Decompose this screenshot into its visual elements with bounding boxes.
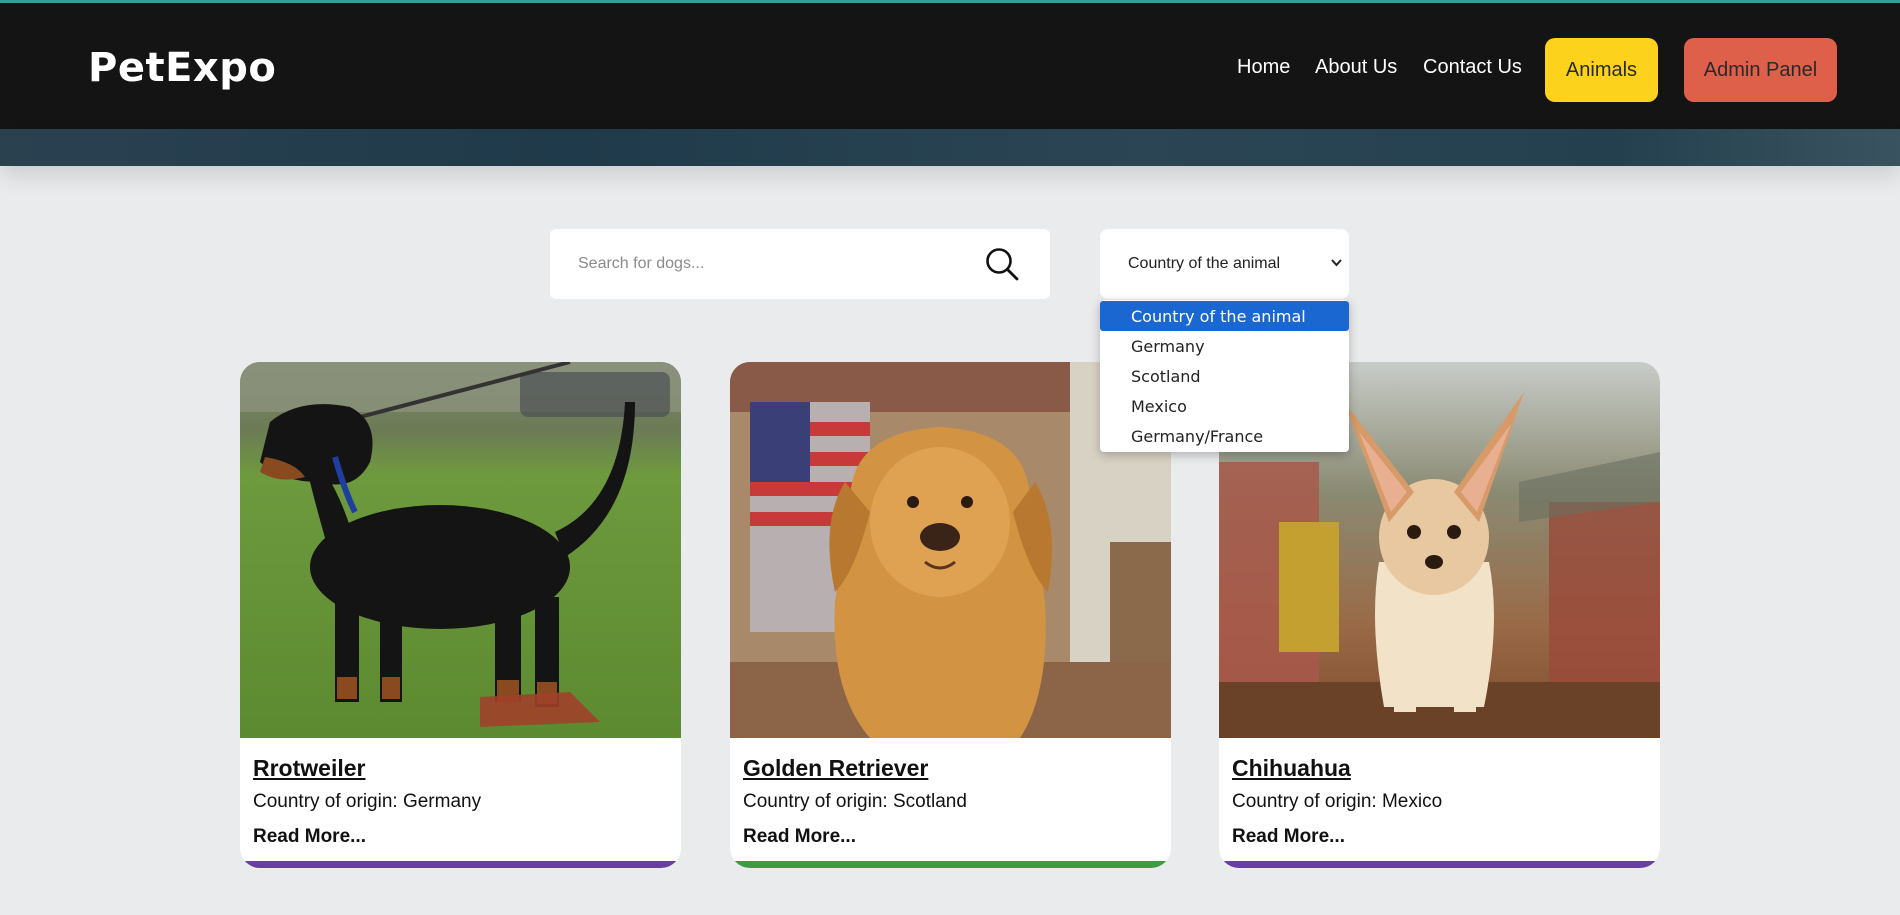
search-icon[interactable] — [984, 246, 1020, 282]
dropdown-option-country-of-the-animal[interactable]: Country of the animal — [1100, 301, 1349, 331]
nav-about-link[interactable]: About Us — [1315, 56, 1397, 79]
country-dropdown-list: Country of the animal Germany Scotland M… — [1100, 300, 1349, 452]
card-country: Country of origin: Mexico — [1232, 791, 1443, 812]
search-input[interactable] — [578, 244, 958, 284]
card-title[interactable]: Rrotweiler — [253, 755, 365, 782]
country-select-value: Country of the animal — [1128, 255, 1281, 272]
read-more-link[interactable]: Read More... — [1232, 826, 1345, 848]
animals-button[interactable]: Animals — [1545, 38, 1658, 102]
card-country: Country of origin: Scotland — [743, 791, 967, 812]
card-country: Country of origin: Germany — [253, 791, 482, 812]
card-accent-bar — [730, 861, 1171, 868]
card-accent-bar — [240, 861, 681, 868]
nav-contact-link[interactable]: Contact Us — [1423, 56, 1522, 79]
card-accent-bar — [1219, 861, 1660, 868]
card-title[interactable]: Chihuahua — [1232, 755, 1351, 782]
admin-panel-button[interactable]: Admin Panel — [1684, 38, 1837, 102]
nav-home-link[interactable]: Home — [1237, 56, 1290, 79]
read-more-link[interactable]: Read More... — [253, 826, 366, 848]
read-more-link[interactable]: Read More... — [743, 826, 856, 848]
chevron-down-icon — [1331, 259, 1342, 267]
animal-card-rottweiler[interactable]: Rrotweiler Country of origin: Germany Re… — [240, 362, 681, 868]
rottweiler-photo — [240, 362, 681, 738]
dropdown-option-germany[interactable]: Germany — [1100, 331, 1349, 361]
search-bar — [550, 229, 1050, 299]
country-select[interactable]: Country of the animal — [1100, 229, 1349, 299]
navbar: PetExpo Home About Us Contact Us Animals… — [0, 3, 1900, 129]
logo[interactable]: PetExpo — [88, 45, 276, 91]
dropdown-option-germany-france[interactable]: Germany/France — [1100, 421, 1349, 451]
dropdown-option-mexico[interactable]: Mexico — [1100, 391, 1349, 421]
card-title[interactable]: Golden Retriever — [743, 755, 928, 782]
dropdown-option-scotland[interactable]: Scotland — [1100, 361, 1349, 391]
hero-image-strip — [0, 129, 1900, 166]
